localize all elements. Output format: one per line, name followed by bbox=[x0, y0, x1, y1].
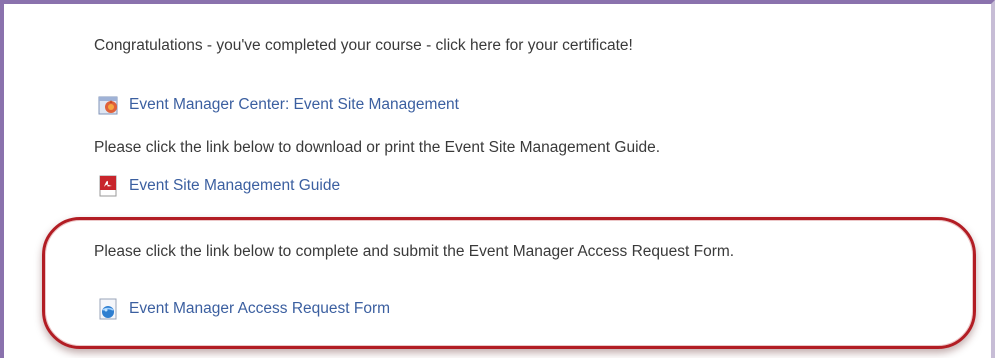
event-site-management-guide-label: Event Site Management Guide bbox=[129, 177, 341, 194]
guide-instruction: Please click the link below to download … bbox=[94, 139, 661, 156]
access-request-form-label: Event Manager Access Request Form bbox=[129, 300, 391, 317]
access-request-form-link[interactable]: Event Manager Access Request Form bbox=[98, 298, 390, 320]
content-frame: Congratulations - you've completed your … bbox=[0, 0, 995, 358]
pdf-icon bbox=[98, 175, 120, 197]
event-site-management-guide-link[interactable]: Event Site Management Guide bbox=[98, 175, 340, 197]
certificate-message[interactable]: Congratulations - you've completed your … bbox=[94, 37, 633, 55]
highlight-annotation bbox=[42, 217, 976, 349]
globe-document-icon bbox=[98, 298, 120, 320]
access-request-instruction: Please click the link below to complete … bbox=[94, 243, 735, 260]
event-manager-center-link[interactable]: Event Manager Center: Event Site Managem… bbox=[98, 94, 459, 116]
event-center-icon bbox=[98, 94, 120, 116]
event-manager-center-label: Event Manager Center: Event Site Managem… bbox=[129, 96, 459, 113]
